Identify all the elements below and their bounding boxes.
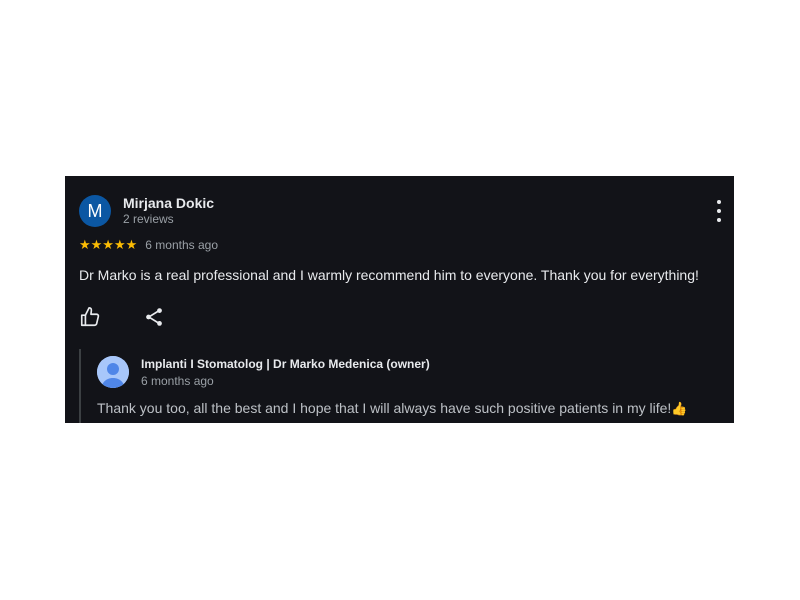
more-vertical-icon-dot [717, 218, 721, 222]
rating-row: ★★★★★ 6 months ago [79, 237, 218, 253]
star-rating: ★★★★★ [79, 237, 138, 253]
reviewer-name[interactable]: Mirjana Dokic [123, 195, 214, 211]
owner-reply-time: 6 months ago [141, 374, 214, 388]
review-card: M Mirjana Dokic 2 reviews ★★★★★ 6 months… [65, 176, 734, 423]
reviewer-avatar[interactable]: M [79, 195, 111, 227]
more-vertical-icon-dot [717, 209, 721, 213]
owner-reply-text: Thank you too, all the best and I hope t… [97, 399, 688, 419]
share-icon [146, 308, 162, 326]
review-time: 6 months ago [145, 238, 218, 252]
review-text: Dr Marko is a real professional and I wa… [79, 267, 699, 283]
more-vertical-icon [717, 200, 721, 204]
owner-reply: Implanti I Stomatolog | Dr Marko Medenic… [79, 349, 721, 423]
owner-avatar[interactable] [97, 356, 129, 388]
more-options-button[interactable] [711, 200, 727, 222]
thumbs-up-emoji: 👍 [671, 402, 688, 417]
owner-name[interactable]: Implanti I Stomatolog | Dr Marko Medenic… [141, 357, 430, 371]
reviewer-review-count: 2 reviews [123, 212, 174, 226]
share-button[interactable] [143, 306, 165, 328]
thumbs-up-icon [80, 307, 100, 327]
owner-reply-message: Thank you too, all the best and I hope t… [97, 400, 672, 416]
like-button[interactable] [79, 306, 101, 328]
default-person-avatar-icon [97, 356, 129, 388]
